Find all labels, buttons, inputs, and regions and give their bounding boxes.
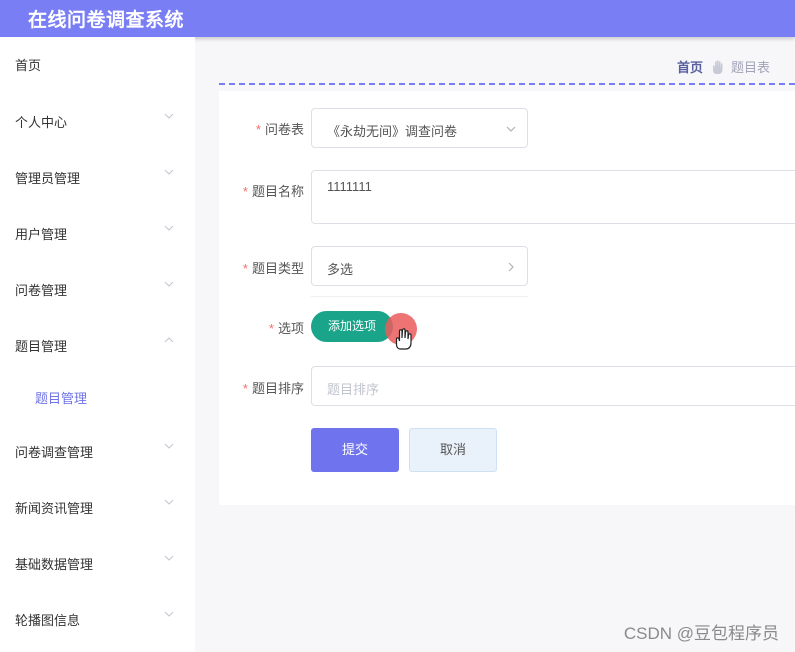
- breadcrumb: 首页 题目表: [677, 57, 770, 76]
- question-name-textarea[interactable]: 1111111: [311, 170, 795, 224]
- breadcrumb-current: 题目表: [730, 60, 770, 75]
- sidebar-item-label: 问卷管理: [15, 283, 68, 298]
- divider: [219, 83, 795, 85]
- chevron-right-icon: [508, 262, 514, 272]
- sidebar-item-label: 管理员管理: [15, 171, 81, 186]
- chevron-down-icon: [164, 281, 174, 287]
- required-mark: *: [268, 321, 274, 336]
- hand-cursor-icon: [395, 328, 412, 350]
- question-order-placeholder: 题目排序: [327, 382, 380, 397]
- chevron-down-icon: [506, 126, 516, 132]
- sidebar: 首页 个人中心 管理员管理 用户管理 问卷管理 题目管理 题目管理 问卷调查管理…: [0, 37, 195, 652]
- submit-button[interactable]: 提交: [311, 428, 399, 472]
- sidebar-item-user-management[interactable]: 用户管理: [0, 212, 195, 252]
- divider: [311, 296, 528, 306]
- sidebar-subitem-question-management[interactable]: 题目管理: [0, 376, 195, 416]
- sidebar-item-admin-management[interactable]: 管理员管理: [0, 156, 195, 196]
- sidebar-item-question-management[interactable]: 题目管理: [0, 324, 195, 364]
- required-mark: *: [255, 122, 261, 137]
- watermark: CSDN @豆包程序员: [623, 624, 779, 643]
- required-mark: *: [242, 381, 248, 396]
- chevron-down-icon: [164, 443, 174, 449]
- chevron-down-icon: [164, 555, 174, 561]
- chevron-down-icon: [164, 225, 174, 231]
- sidebar-item-home[interactable]: 首页: [0, 43, 195, 83]
- question-name-label-text: 题目名称: [251, 184, 304, 199]
- chevron-down-icon: [164, 499, 174, 505]
- question-name-value: 1111111: [327, 179, 372, 194]
- chevron-down-icon: [164, 611, 174, 617]
- sidebar-item-personal-center[interactable]: 个人中心: [0, 100, 195, 140]
- survey-select-value: 《永劫无间》调查问卷: [327, 124, 458, 139]
- main-content: 首页 题目表 * 问卷表 《永劫无间》调查问卷 * 题目名称 1111111 * 题目…: [195, 37, 795, 652]
- question-order-label: * 题目排序: [214, 378, 304, 397]
- sidebar-item-news-management[interactable]: 新闻资讯管理: [0, 486, 195, 526]
- chevron-up-icon: [164, 337, 174, 343]
- chevron-down-icon: [164, 169, 174, 175]
- breadcrumb-home[interactable]: 首页: [677, 57, 703, 76]
- question-type-value: 多选: [327, 262, 354, 277]
- question-name-label: * 题目名称: [214, 181, 304, 200]
- options-label: * 选项: [214, 318, 304, 337]
- sidebar-item-survey-response-management[interactable]: 问卷调查管理: [0, 430, 195, 470]
- question-type-label: * 题目类型: [214, 258, 304, 277]
- hand-separator-icon: [712, 59, 723, 74]
- question-form: * 问卷表 《永劫无间》调查问卷 * 题目名称 1111111 * 题目类型 多选 *…: [219, 91, 795, 505]
- sidebar-item-carousel[interactable]: 轮播图信息: [0, 598, 195, 638]
- survey-label: * 问卷表: [214, 119, 304, 138]
- question-order-input[interactable]: 题目排序: [311, 366, 795, 406]
- survey-label-text: 问卷表: [264, 122, 304, 137]
- sidebar-item-label: 个人中心: [15, 115, 68, 130]
- sidebar-item-label: 题目管理: [15, 339, 68, 354]
- sidebar-item-label: 新闻资讯管理: [15, 501, 94, 516]
- sidebar-item-label: 用户管理: [15, 227, 68, 242]
- question-order-label-text: 题目排序: [251, 381, 304, 396]
- sidebar-item-label: 问卷调查管理: [15, 445, 94, 460]
- top-bar: 在线问卷调查系统: [0, 0, 795, 37]
- sidebar-item-basic-data-management[interactable]: 基础数据管理: [0, 542, 195, 582]
- cancel-button[interactable]: 取消: [409, 428, 497, 472]
- required-mark: *: [242, 261, 248, 276]
- sidebar-item-survey-management[interactable]: 问卷管理: [0, 268, 195, 308]
- add-option-button[interactable]: 添加选项: [311, 311, 393, 342]
- sidebar-subitem-label: 题目管理: [35, 391, 88, 406]
- app-title: 在线问卷调查系统: [28, 10, 185, 31]
- sidebar-item-label: 轮播图信息: [15, 613, 81, 628]
- question-type-label-text: 题目类型: [251, 261, 304, 276]
- question-type-select[interactable]: 多选: [311, 246, 528, 286]
- options-label-text: 选项: [277, 321, 304, 336]
- sidebar-item-label: 基础数据管理: [15, 557, 94, 572]
- sidebar-item-label: 首页: [15, 58, 42, 73]
- chevron-down-icon: [164, 113, 174, 119]
- survey-select[interactable]: 《永劫无间》调查问卷: [311, 108, 528, 148]
- required-mark: *: [242, 184, 248, 199]
